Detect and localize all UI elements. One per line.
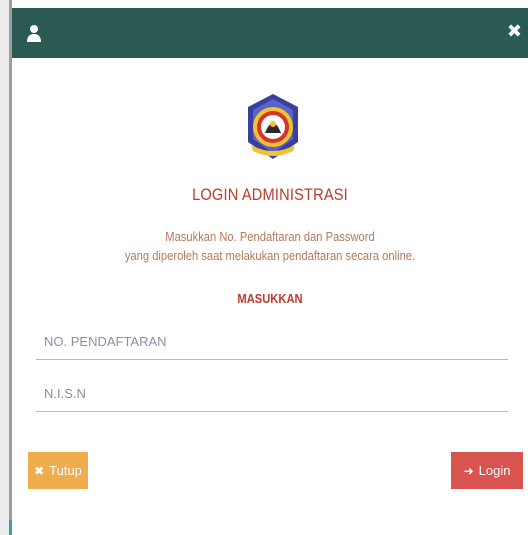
login-button-label: Login bbox=[478, 463, 511, 478]
tutup-button[interactable]: ✖ Tutup bbox=[28, 452, 88, 489]
instruction-line-1: Masukkan No. Pendaftaran dan Password bbox=[165, 229, 375, 244]
login-modal: ✖ LOGIN ADMINISTRASI Masukkan No. Pendaf… bbox=[12, 8, 528, 535]
login-button[interactable]: ➜ Login bbox=[451, 452, 523, 489]
school-logo bbox=[248, 94, 298, 159]
section-label: MASUKKAN bbox=[237, 291, 303, 306]
tutup-button-label: Tutup bbox=[49, 463, 82, 478]
user-icon bbox=[27, 25, 41, 42]
modal-header: ✖ bbox=[12, 8, 528, 58]
close-icon[interactable]: ✖ bbox=[507, 22, 522, 42]
nisn-input[interactable] bbox=[36, 376, 508, 412]
background-page-edge bbox=[0, 0, 12, 535]
instruction-text: Masukkan No. Pendaftaran dan Password ya… bbox=[48, 227, 492, 265]
sign-in-icon: ➜ bbox=[463, 463, 474, 478]
page-title: LOGIN ADMINISTRASI bbox=[192, 185, 348, 204]
times-icon: ✖ bbox=[34, 463, 45, 478]
no-pendaftaran-input[interactable] bbox=[36, 324, 508, 360]
instruction-line-2: yang diperoleh saat melakukan pendaftara… bbox=[124, 248, 416, 263]
